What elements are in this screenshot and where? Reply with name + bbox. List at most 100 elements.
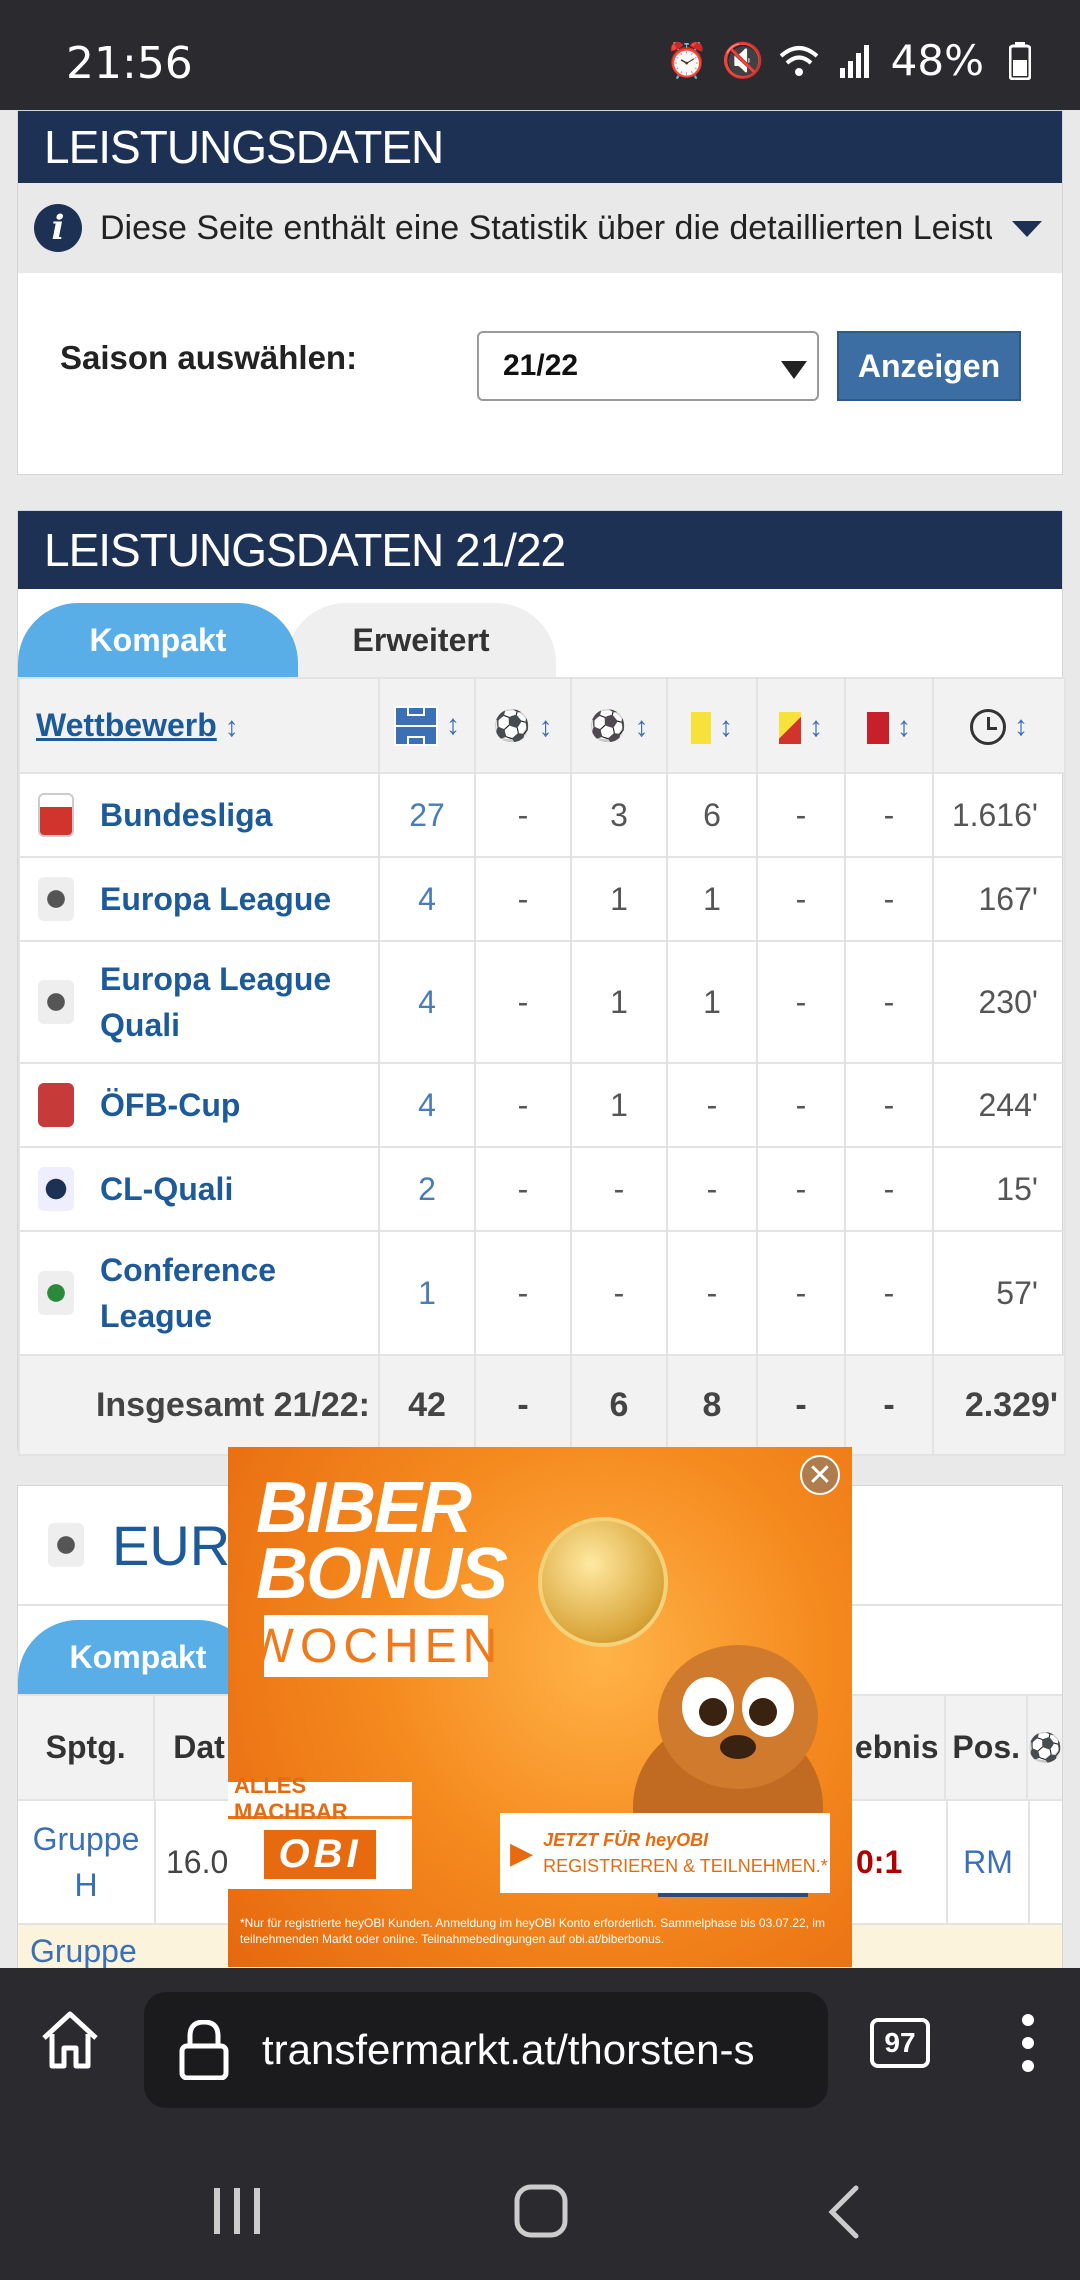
- browser-toolbar: transfermarkt.at/thorsten-s 97: [0, 1968, 1080, 2118]
- stats-tabs: Erweitert Kompakt: [18, 589, 1062, 677]
- show-button[interactable]: Anzeigen: [837, 331, 1021, 401]
- back-icon[interactable]: [826, 2184, 862, 2245]
- close-icon[interactable]: ✕: [800, 1455, 840, 1495]
- total-row: Insgesamt 21/22: 42 - 6 8 - - 2.329': [18, 1354, 1066, 1456]
- clock-icon: [970, 708, 1006, 745]
- tab-kompakt[interactable]: Kompakt: [18, 603, 298, 677]
- total-minutes: 2.329': [932, 1354, 1066, 1456]
- header-ball[interactable]: ⚽ ↕: [474, 677, 572, 774]
- yellow-red-cell: -: [756, 1230, 846, 1356]
- season-label: Saison auswählen:: [60, 339, 358, 376]
- stat-cell: -: [474, 856, 572, 942]
- goals-cell: 1: [570, 1062, 668, 1148]
- apps-cell[interactable]: 1: [378, 1230, 476, 1356]
- yellow-red-cell: -: [756, 772, 846, 858]
- red-cell: -: [844, 1230, 934, 1356]
- header-appearances[interactable]: ↕: [378, 677, 476, 774]
- header-date[interactable]: Dat: [155, 1696, 235, 1799]
- header-minutes[interactable]: ↕: [932, 677, 1066, 774]
- system-nav-bar: [0, 2118, 1080, 2280]
- red-cell: -: [844, 940, 934, 1064]
- info-icon: i: [34, 204, 82, 252]
- yellow-cell: 1: [666, 940, 758, 1064]
- clock: 21:56: [66, 38, 193, 89]
- ad-line3: WOCHEN: [249, 1615, 497, 1677]
- header-position[interactable]: Pos.: [946, 1696, 1028, 1799]
- header-result[interactable]: ebnis: [855, 1696, 947, 1799]
- menu-icon[interactable]: [1018, 2012, 1038, 2074]
- total-label: Insgesamt 21/22:: [18, 1354, 380, 1456]
- yellow-red-cell: -: [756, 856, 846, 942]
- competition-europa-league[interactable]: Europa League: [18, 856, 380, 942]
- table-row: Bundesliga 27 - 3 6 - - 1.616': [18, 772, 1066, 858]
- header-matchday[interactable]: Sptg.: [18, 1696, 156, 1799]
- europa-league-logo: [38, 877, 74, 921]
- red-cell: -: [844, 856, 934, 942]
- competition-cl-quali[interactable]: CL-Quali: [18, 1146, 380, 1232]
- yellow-red-card-icon: [779, 711, 801, 744]
- table-header: Wettbewerb ↕ ↕ ⚽ ↕ ⚽ ↕ ↕ ↕ ↕ ↕: [18, 677, 1066, 774]
- stat-cell: -: [474, 1230, 572, 1356]
- minutes-cell: 57': [932, 1230, 1066, 1356]
- home-icon[interactable]: [38, 2010, 102, 2075]
- minutes-cell: 167': [932, 856, 1066, 942]
- goals-cell: 1: [570, 940, 668, 1064]
- lock-icon: [178, 2019, 230, 2085]
- info-bar[interactable]: i Diese Seite enthält eine Statistik übe…: [18, 183, 1062, 273]
- header-yellow[interactable]: ↕: [666, 677, 758, 774]
- ad-line1: BIBER: [256, 1468, 472, 1548]
- ball-icon[interactable]: ⚽: [1028, 1696, 1063, 1799]
- wifi-icon: [779, 41, 819, 81]
- minutes-cell: 230': [932, 940, 1066, 1064]
- competition-ofb-cup[interactable]: ÖFB-Cup: [18, 1062, 380, 1148]
- dropdown-arrow-icon: [781, 355, 807, 389]
- matchday-cell[interactable]: Gruppe H: [18, 1801, 156, 1923]
- yellow-card-icon: [691, 711, 711, 744]
- position-cell: RM: [948, 1801, 1030, 1923]
- competition-conference-league[interactable]: Conference League: [18, 1230, 380, 1356]
- apps-cell[interactable]: 4: [378, 856, 476, 942]
- address-bar[interactable]: transfermarkt.at/thorsten-s: [144, 1992, 828, 2108]
- ad-cta-line2: REGISTRIEREN & TEILNEHMEN.*: [543, 1856, 828, 1876]
- ball-icon: ⚽: [493, 710, 531, 743]
- goals-cell: -: [570, 1146, 668, 1232]
- competition-europa-league-quali[interactable]: Europa League Quali: [18, 940, 380, 1064]
- header-competition[interactable]: Wettbewerb ↕: [18, 677, 380, 774]
- stats-title: LEISTUNGSDATEN 21/22: [18, 511, 1062, 589]
- apps-cell[interactable]: 4: [378, 1062, 476, 1148]
- conference-league-logo: [38, 1271, 74, 1315]
- stat-cell: -: [474, 940, 572, 1064]
- ad-cta-line1: JETZT FÜR heyOBI: [543, 1830, 709, 1850]
- url-text[interactable]: transfermarkt.at/thorsten-s: [262, 2026, 822, 2074]
- header-red[interactable]: ↕: [844, 677, 934, 774]
- tab-erweitert[interactable]: Erweitert: [286, 603, 556, 677]
- yellow-red-cell: -: [756, 1146, 846, 1232]
- popup-ad[interactable]: BIBER BONUS WOCHEN ✕ ALLES MACHBAR OBI ▶…: [228, 1447, 852, 1967]
- recent-apps-icon[interactable]: [210, 2186, 264, 2241]
- table-row: Europa League Quali 4 - 1 1 - - 230': [18, 940, 1066, 1064]
- minutes-cell: 15': [932, 1146, 1066, 1232]
- header-yellow-red[interactable]: ↕: [756, 677, 846, 774]
- home-nav-icon[interactable]: [514, 2184, 568, 2243]
- yellow-red-cell: -: [756, 940, 846, 1064]
- apps-cell[interactable]: 4: [378, 940, 476, 1064]
- result-cell[interactable]: 0:1: [856, 1801, 948, 1923]
- header-goals[interactable]: ⚽ ↕: [570, 677, 668, 774]
- total-apps: 42: [378, 1354, 476, 1456]
- obi-logo: OBI: [228, 1819, 412, 1889]
- yellow-cell: -: [666, 1146, 758, 1232]
- yellow-red-cell: -: [756, 1062, 846, 1148]
- ad-tag: ALLES MACHBAR: [228, 1773, 412, 1824]
- tab-count-button[interactable]: 97: [870, 2018, 930, 2068]
- apps-cell[interactable]: 27: [378, 772, 476, 858]
- minutes-cell: 1.616': [932, 772, 1066, 858]
- pitch-icon: [394, 705, 438, 746]
- apps-cell[interactable]: 2: [378, 1146, 476, 1232]
- ad-cta-button[interactable]: ▶ JETZT FÜR heyOBI REGISTRIEREN & TEILNE…: [500, 1813, 830, 1893]
- stat-cell: -: [474, 772, 572, 858]
- goals-cell: 3: [570, 772, 668, 858]
- tab-kompakt[interactable]: Kompakt: [18, 1620, 258, 1694]
- chevron-down-icon[interactable]: [992, 209, 1062, 248]
- competition-bundesliga[interactable]: Bundesliga: [18, 772, 380, 858]
- season-select[interactable]: 21/22: [477, 331, 819, 401]
